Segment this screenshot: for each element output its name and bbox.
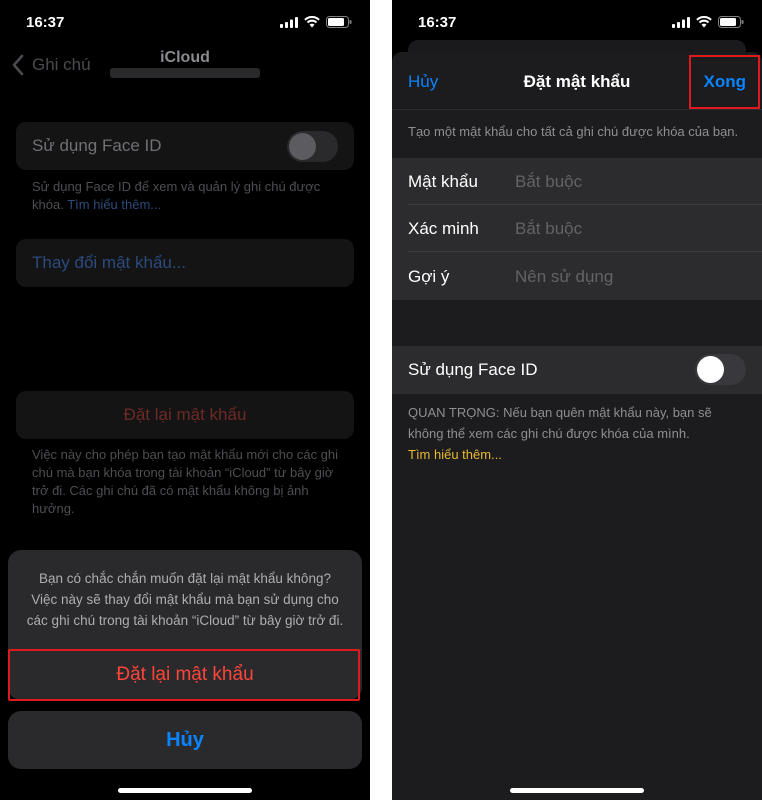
password-input[interactable] <box>515 168 745 196</box>
reset-password-row[interactable]: Đặt lại mật khẩu <box>16 391 354 439</box>
faceid-label: Sử dụng Face ID <box>32 136 162 155</box>
verify-label: Xác minh <box>408 219 479 238</box>
password-row: Mật khẩu <box>392 158 762 205</box>
hint-label: Gợi ý <box>408 267 450 286</box>
cancel-label: Hủy <box>166 729 204 751</box>
battery-icon <box>718 16 744 28</box>
divider <box>408 251 762 252</box>
highlight-box <box>8 649 360 701</box>
verify-input[interactable] <box>515 215 745 243</box>
status-bar: 16:37 <box>0 0 370 44</box>
right-phone-screen: 16:37 Hủy Đặt mật khẩu Xong Tạo một mật … <box>392 0 762 800</box>
modal-header: Hủy Đặt mật khẩu Xong <box>392 52 762 110</box>
change-password-button[interactable]: Thay đổi mật khẩu... <box>16 239 354 287</box>
verify-row: Xác minh <box>392 205 762 252</box>
learn-more-link[interactable]: Tìm hiểu thêm... <box>408 444 748 465</box>
password-fields-group: Mật khẩu Xác minh Gợi ý <box>392 158 762 300</box>
faceid-note: Sử dụng Face ID để xem và quản lý ghi ch… <box>32 178 342 214</box>
modal-description: Tạo một mật khẩu cho tất cả ghi chú được… <box>408 124 739 139</box>
toggle-knob <box>289 133 316 160</box>
faceid-row: Sử dụng Face ID <box>392 346 762 394</box>
battery-icon <box>326 16 352 28</box>
important-note: QUAN TRỌNG: Nếu bạn quên mật khẩu này, b… <box>408 402 748 465</box>
action-sheet-message: Bạn có chắc chắn muốn đặt lại mật khẩu k… <box>26 571 344 628</box>
reset-password-label: Đặt lại mật khẩu <box>123 405 247 424</box>
page-title: iCloud <box>160 49 210 66</box>
reset-note: Việc này cho phép bạn tạo mật khẩu mới c… <box>32 447 339 516</box>
important-note-text: QUAN TRỌNG: Nếu bạn quên mật khẩu này, b… <box>408 405 712 441</box>
hint-row: Gợi ý <box>392 253 762 300</box>
change-password-label: Thay đổi mật khẩu... <box>32 253 187 272</box>
faceid-label: Sử dụng Face ID <box>408 360 538 379</box>
set-password-modal: Hủy Đặt mật khẩu Xong Tạo một mật khẩu c… <box>392 52 762 800</box>
status-time: 16:37 <box>418 14 457 31</box>
learn-more-link[interactable]: Tìm hiểu thêm... <box>67 197 161 212</box>
password-label: Mật khẩu <box>408 172 478 191</box>
cellular-signal-icon <box>672 16 690 28</box>
wifi-icon <box>304 16 320 28</box>
status-bar: 16:37 <box>392 0 762 44</box>
faceid-row: Sử dụng Face ID <box>16 122 354 170</box>
home-indicator[interactable] <box>510 788 644 793</box>
faceid-toggle[interactable] <box>287 131 338 162</box>
toggle-knob <box>697 356 724 383</box>
status-time: 16:37 <box>26 14 65 31</box>
home-indicator[interactable] <box>118 788 252 793</box>
wifi-icon <box>696 16 712 28</box>
highlight-box <box>689 55 760 109</box>
left-phone-screen: 16:37 Ghi chú iCloud Sử dụng Face ID Sử … <box>0 0 370 800</box>
faceid-toggle[interactable] <box>695 354 746 385</box>
account-email-blurred <box>110 68 260 78</box>
hint-input[interactable] <box>515 263 745 291</box>
action-sheet-cancel-button[interactable]: Hủy <box>8 711 362 769</box>
cellular-signal-icon <box>280 16 298 28</box>
